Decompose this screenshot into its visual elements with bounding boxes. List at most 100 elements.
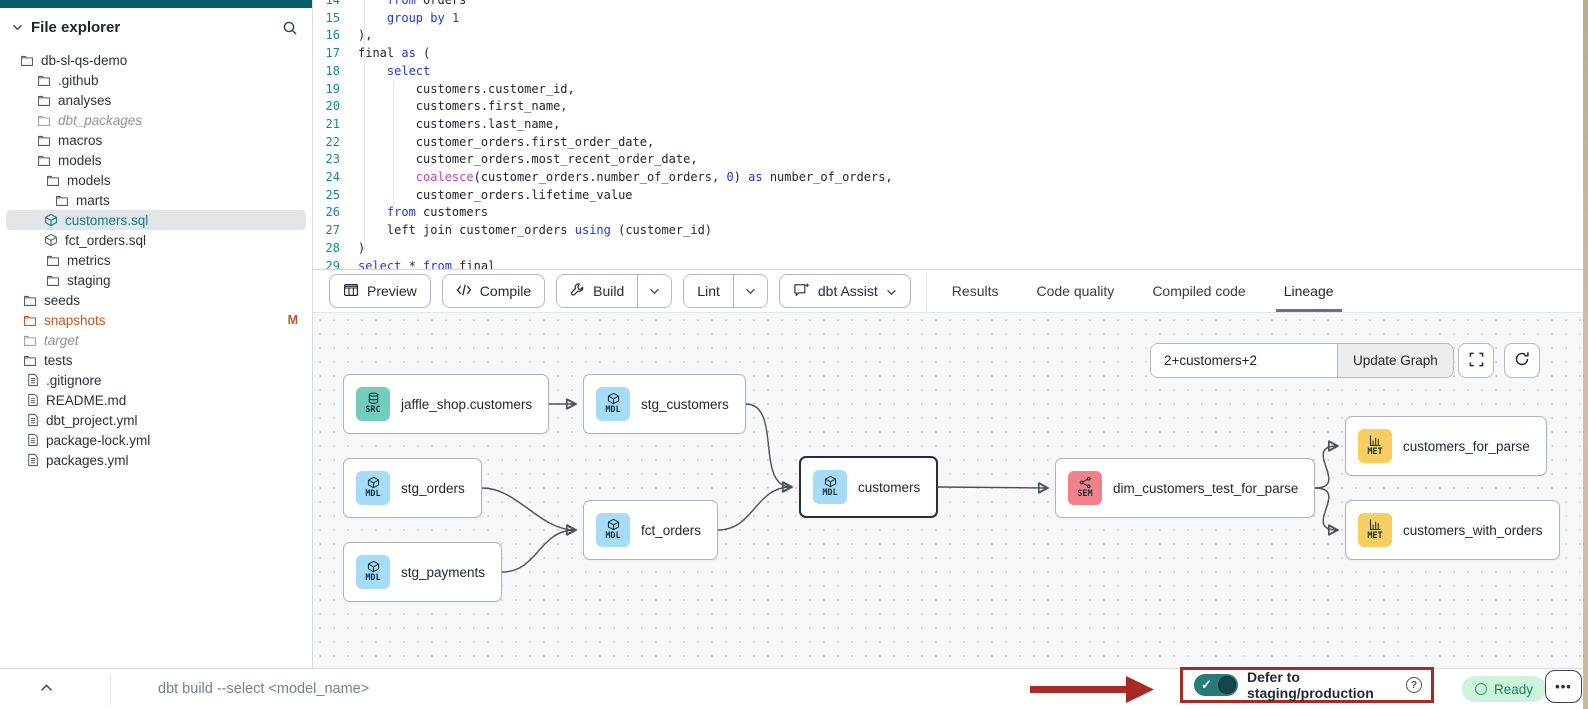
tree-item-macros[interactable]: macros [6,130,306,150]
code-line-19[interactable]: 19 customers.customer_id, [313,81,1583,99]
tree-item-package-lock.yml[interactable]: package-lock.yml [6,430,306,450]
code-line-25[interactable]: 25 customer_orders.lifetime_value [313,187,1583,205]
lineage-node-dim_customers_test_for_parse[interactable]: SEMdim_customers_test_for_parse [1055,458,1315,518]
line-number: 21 [313,116,349,134]
code-line-15[interactable]: 15 group by 1 [313,10,1583,28]
dbt-assist-button[interactable]: dbt Assist [779,274,911,308]
code-line-22[interactable]: 22 customer_orders.first_order_date, [313,134,1583,152]
tree-item-dbt_project.yml[interactable]: dbt_project.yml [6,410,306,430]
line-number: 16 [313,27,349,45]
tree-item-staging[interactable]: staging [6,270,306,290]
tree-item-label: staging [67,273,111,288]
code-line-21[interactable]: 21 customers.last_name, [313,116,1583,134]
build-dropdown-chevron-icon[interactable] [637,275,671,307]
node-label: customers_with_orders [1403,523,1543,538]
badge-label: MDL [605,405,620,415]
tree-item-.gitignore[interactable]: .gitignore [6,370,306,390]
tree-item-models[interactable]: models [6,170,306,190]
check-icon: ✓ [1201,677,1212,693]
lineage-node-stg_orders[interactable]: MDLstg_orders [343,458,482,518]
file-explorer-title: File explorer [31,19,274,36]
dbt-cloud-ide: File explorer db-sl-qs-demo.githubanalys… [0,0,1588,709]
tree-item-customers.sql[interactable]: customers.sql [6,210,306,230]
lint-button[interactable]: Lint [684,275,733,307]
chevron-down-icon[interactable] [12,24,23,31]
code-lines: 14 from orders15 group by 116),17final a… [313,0,1583,270]
tree-item-target[interactable]: target [6,330,306,350]
tree-item-README.md[interactable]: README.md [6,390,306,410]
lineage-node-stg_payments[interactable]: MDLstg_payments [343,542,502,602]
folder-icon [23,354,37,367]
lineage-node-customers_with_orders[interactable]: METcustomers_with_orders [1345,500,1560,560]
lineage-node-customers_for_parse[interactable]: METcustomers_for_parse [1345,416,1547,476]
folder-icon [37,74,51,87]
graph-filter-group: Update Graph [1150,343,1454,378]
page-scrollbar[interactable] [1583,0,1588,709]
node-label: stg_customers [641,397,729,412]
command-bar-collapse-button[interactable] [38,678,55,697]
tree-item-models[interactable]: models [6,150,306,170]
search-icon[interactable] [282,20,298,36]
code-line-29[interactable]: 29select * from final [313,258,1583,270]
tree-item-snapshots[interactable]: snapshotsM [6,310,306,330]
code-line-17[interactable]: 17final as ( [313,45,1583,63]
indent-guide [364,0,365,252]
tree-item-dbt_packages[interactable]: dbt_packages [6,110,306,130]
tab-code-quality[interactable]: Code quality [1017,270,1133,312]
lineage-node-stg_customers[interactable]: MDL stg_customers [583,374,746,434]
code-text: left join customer_orders using (custome… [349,222,712,240]
tree-item-packages.yml[interactable]: packages.yml [6,450,306,470]
tab-compiled-code[interactable]: Compiled code [1133,270,1264,312]
lineage-node-customers[interactable]: MDLcustomers [799,456,938,518]
file-icon [27,413,39,427]
tree-item-label: target [44,333,79,348]
lineage-edge [938,487,1047,488]
line-number: 23 [313,151,349,169]
lineage-node-jaffle_shop.customers[interactable]: SRCjaffle_shop.customers [343,374,549,434]
tree-item-marts[interactable]: marts [6,190,306,210]
code-line-14[interactable]: 14 from orders [313,0,1583,10]
tab-results[interactable]: Results [933,270,1018,312]
lint-dropdown-chevron-icon[interactable] [733,275,767,307]
line-number: 24 [313,169,349,187]
tab-lineage[interactable]: Lineage [1265,270,1353,312]
code-text: final as ( [349,45,430,63]
code-line-28[interactable]: 28) [313,240,1583,258]
code-line-27[interactable]: 27 left join customer_orders using (cust… [313,222,1583,240]
update-graph-button[interactable]: Update Graph [1337,344,1453,377]
code-line-20[interactable]: 20 customers.first_name, [313,98,1583,116]
build-label: Build [593,283,624,299]
defer-toggle[interactable]: ✓ [1194,674,1238,696]
tree-item-analyses[interactable]: analyses [6,90,306,110]
code-line-23[interactable]: 23 customer_orders.most_recent_order_dat… [313,151,1583,169]
refresh-button[interactable] [1504,343,1540,378]
more-options-button[interactable]: ••• [1545,670,1582,703]
code-line-24[interactable]: 24 coalesce(customer_orders.number_of_or… [313,169,1583,187]
lineage-edge [746,404,791,487]
code-text: customers.customer_id, [349,81,575,99]
code-line-18[interactable]: 18 select [313,63,1583,81]
tree-item-label: snapshots [44,313,106,328]
tree-item-.github[interactable]: .github [6,70,306,90]
lineage-node-fct_orders[interactable]: MDLfct_orders [583,500,718,560]
command-input[interactable]: dbt build --select <model_name> [158,669,578,709]
compile-button[interactable]: Compile [442,274,545,308]
code-line-26[interactable]: 26 from customers [313,204,1583,222]
metric-icon [1369,434,1382,447]
code-text: customer_orders.first_order_date, [349,134,654,152]
build-button[interactable]: Build [557,275,637,307]
tree-item-label: models [67,173,111,188]
preview-button[interactable]: Preview [329,274,431,308]
tree-item-seeds[interactable]: seeds [6,290,306,310]
tree-item-label: customers.sql [65,213,148,228]
tree-item-tests[interactable]: tests [6,350,306,370]
graph-selector-input[interactable] [1151,344,1337,377]
lint-label: Lint [697,283,720,299]
code-line-16[interactable]: 16), [313,27,1583,45]
tree-item-metrics[interactable]: metrics [6,250,306,270]
tree-item-db-sl-qs-demo[interactable]: db-sl-qs-demo [6,50,306,70]
fullscreen-button[interactable] [1458,343,1494,378]
tree-item-fct_orders.sql[interactable]: fct_orders.sql [6,230,306,250]
code-editor[interactable]: 14 from orders15 group by 116),17final a… [313,0,1583,270]
help-icon[interactable]: ? [1406,677,1422,693]
